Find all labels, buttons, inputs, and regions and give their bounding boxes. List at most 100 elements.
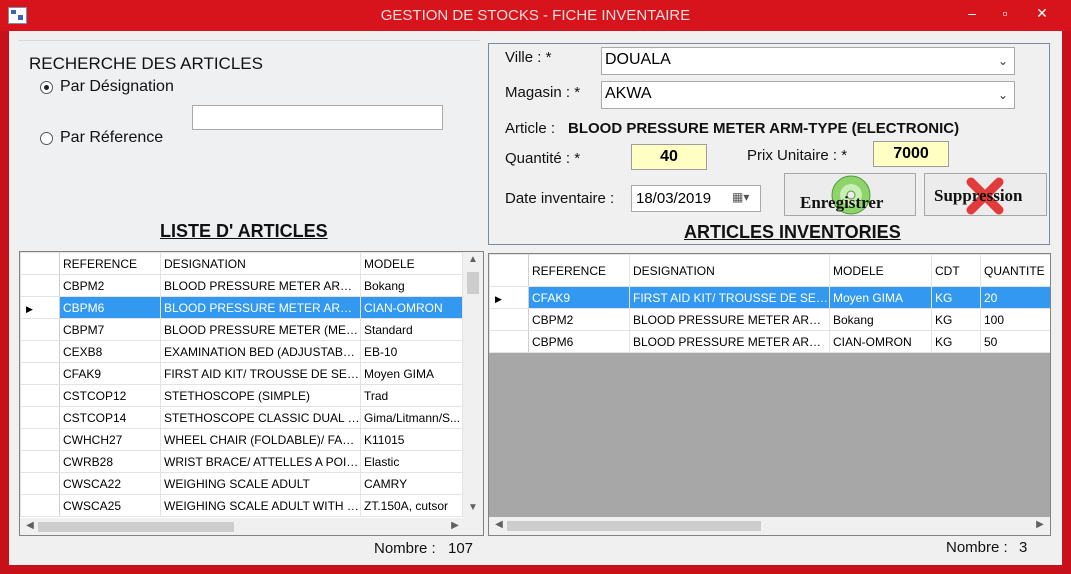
table-cell[interactable]: WEIGHING SCALE ADULT — [160, 472, 361, 495]
radio-par-designation[interactable] — [40, 81, 53, 94]
table-cell[interactable]: 20 — [980, 286, 1050, 309]
row-header[interactable] — [20, 362, 60, 385]
column-header[interactable]: DESIGNATION — [160, 252, 361, 275]
scroll-thumb[interactable] — [467, 272, 479, 294]
table-cell[interactable]: CAMRY — [360, 472, 463, 495]
table-cell[interactable]: CBPM6 — [59, 296, 161, 319]
table-row[interactable]: CWSCA25 WEIGHING SCALE ADULT WITH RU... ZT… — [20, 494, 463, 517]
table-cell[interactable]: 100 — [980, 308, 1050, 331]
table-cell[interactable]: WRIST BRACE/ ATTELLES A POIGNÉ — [160, 450, 361, 473]
table-row[interactable]: CFAK9 FIRST AID KIT/ TROUSSE DE SECO... Mo… — [20, 362, 463, 385]
row-header[interactable] — [20, 472, 60, 495]
maximize-button[interactable]: ▫ — [990, 2, 1020, 24]
column-header[interactable]: QUANTITE — [980, 254, 1050, 287]
table-cell[interactable]: CWRB28 — [59, 450, 161, 473]
table-cell[interactable]: Bokang — [360, 274, 463, 297]
table-cell[interactable]: CWSCA25 — [59, 494, 161, 517]
table-cell[interactable]: BLOOD PRESSURE METER ARM-T... — [629, 308, 830, 331]
table-cell[interactable]: WEIGHING SCALE ADULT WITH RU... — [160, 494, 361, 517]
scroll-up-arrow-icon[interactable]: ▲ — [463, 254, 483, 265]
close-button[interactable]: ✕ — [1027, 2, 1057, 24]
table-cell[interactable]: STETHOSCOPE CLASSIC DUAL HE... — [160, 406, 361, 429]
suppression-button[interactable]: Suppression — [924, 173, 1047, 216]
table-cell[interactable]: CBPM2 — [528, 308, 630, 331]
table-cell[interactable]: KG — [931, 330, 981, 353]
table-cell[interactable]: Moyen GIMA — [360, 362, 463, 385]
radio-par-designation-label[interactable]: Par Désignation — [60, 78, 174, 96]
table-cell[interactable]: CWSCA22 — [59, 472, 161, 495]
table-cell[interactable]: ZT.150A, cutsor — [360, 494, 463, 517]
inventory-grid[interactable]: REFERENCE DESIGNATION MODELE CDT QUANTIT… — [488, 253, 1051, 536]
table-cell[interactable]: CIAN-OMRON — [829, 330, 932, 353]
scroll-left-arrow-icon[interactable]: ◀ — [492, 519, 506, 530]
table-cell[interactable]: CBPM6 — [528, 330, 630, 353]
row-header[interactable] — [20, 274, 60, 297]
table-cell[interactable]: BLOOD PRESSURE METER ARM-T... — [160, 296, 361, 319]
table-cell[interactable]: Trad — [360, 384, 463, 407]
table-cell[interactable]: 50 — [980, 330, 1050, 353]
table-cell[interactable]: KG — [931, 286, 981, 309]
minimize-button[interactable]: – — [957, 2, 987, 24]
row-header[interactable] — [20, 384, 60, 407]
table-cell[interactable]: WHEEL CHAIR (FOLDABLE)/ FAUTE... — [160, 428, 361, 451]
chevron-down-icon[interactable]: ⌄ — [998, 54, 1008, 68]
table-cell[interactable]: STETHOSCOPE (SIMPLE) — [160, 384, 361, 407]
chevron-down-icon[interactable]: ⌄ — [998, 88, 1008, 102]
ville-select[interactable]: DOUALA ⌄ — [601, 47, 1015, 75]
radio-par-reference[interactable] — [40, 132, 53, 145]
row-header[interactable] — [489, 330, 529, 353]
table-row[interactable]: CWSCA22 WEIGHING SCALE ADULT CAMRY — [20, 472, 463, 495]
table-row[interactable]: CBPM7 BLOOD PRESSURE METER (MERC... Standa… — [20, 318, 463, 341]
table-cell[interactable]: EXAMINATION BED (ADJUSTABLE ... — [160, 340, 361, 363]
table-row[interactable]: CBPM2 BLOOD PRESSURE METER ARM-T... Bokang — [20, 274, 463, 297]
column-header[interactable]: REFERENCE — [59, 252, 161, 275]
table-cell[interactable]: K11015 — [360, 428, 463, 451]
table-cell[interactable]: KG — [931, 308, 981, 331]
table-row[interactable]: ▶ CBPM6 BLOOD PRESSURE METER ARM-T... CIAN-… — [20, 296, 463, 319]
table-cell[interactable]: Elastic — [360, 450, 463, 473]
date-inventaire-picker[interactable]: 18/03/2019 ▦▾ — [631, 185, 761, 212]
table-cell[interactable]: CBPM2 — [59, 274, 161, 297]
row-header[interactable]: ▶ — [20, 296, 60, 319]
table-cell[interactable]: CFAK9 — [59, 362, 161, 385]
table-row[interactable]: ▶ CFAK9 FIRST AID KIT/ TROUSSE DE SECO... M… — [489, 286, 1050, 309]
table-cell[interactable]: BLOOD PRESSURE METER (MERC... — [160, 318, 361, 341]
column-header[interactable]: MODELE — [360, 252, 463, 275]
table-cell[interactable]: BLOOD PRESSURE METER ARM-T... — [160, 274, 361, 297]
table-row[interactable]: CWHCH27 WHEEL CHAIR (FOLDABLE)/ FAUTE... K… — [20, 428, 463, 451]
row-header[interactable] — [20, 450, 60, 473]
table-cell[interactable]: CSTCOP14 — [59, 406, 161, 429]
table-cell[interactable]: CSTCOP12 — [59, 384, 161, 407]
row-header[interactable] — [20, 428, 60, 451]
scroll-thumb[interactable] — [38, 522, 234, 532]
column-header[interactable]: CDT — [931, 254, 981, 287]
table-cell[interactable]: CWHCH27 — [59, 428, 161, 451]
table-cell[interactable]: Gima/Litmann/S... — [360, 406, 463, 429]
row-header[interactable] — [20, 340, 60, 363]
scroll-thumb[interactable] — [507, 521, 761, 531]
prix-unitaire-input[interactable]: 7000 — [873, 141, 949, 167]
table-row[interactable]: CEXB8 EXAMINATION BED (ADJUSTABLE ... EB-1… — [20, 340, 463, 363]
row-header[interactable]: ▶ — [489, 286, 529, 309]
table-cell[interactable]: CBPM7 — [59, 318, 161, 341]
table-cell[interactable]: BLOOD PRESSURE METER ARM-T... — [629, 330, 830, 353]
table-row[interactable]: CSTCOP14 STETHOSCOPE CLASSIC DUAL HE... Gi… — [20, 406, 463, 429]
quantite-input[interactable]: 40 — [631, 144, 707, 170]
calendar-icon[interactable]: ▦▾ — [732, 190, 749, 204]
column-header[interactable]: DESIGNATION — [629, 254, 830, 287]
scroll-left-arrow-icon[interactable]: ◀ — [23, 520, 37, 531]
magasin-select[interactable]: AKWA ⌄ — [601, 81, 1015, 109]
row-header[interactable] — [20, 406, 60, 429]
table-row[interactable]: CSTCOP12 STETHOSCOPE (SIMPLE) Trad — [20, 384, 463, 407]
table-cell[interactable]: Moyen GIMA — [829, 286, 932, 309]
radio-par-reference-label[interactable]: Par Réference — [60, 129, 163, 147]
table-cell[interactable]: EB-10 — [360, 340, 463, 363]
column-header[interactable]: MODELE — [829, 254, 932, 287]
table-cell[interactable]: Bokang — [829, 308, 932, 331]
table-cell[interactable]: CEXB8 — [59, 340, 161, 363]
articles-vertical-scrollbar[interactable]: ▲ ▼ — [463, 252, 483, 518]
table-row[interactable]: CWRB28 WRIST BRACE/ ATTELLES A POIGNÉ Elas… — [20, 450, 463, 473]
table-cell[interactable]: Standard — [360, 318, 463, 341]
scroll-right-arrow-icon[interactable]: ▶ — [1033, 519, 1047, 530]
table-row[interactable]: CBPM2 BLOOD PRESSURE METER ARM-T... Bokang… — [489, 308, 1050, 331]
